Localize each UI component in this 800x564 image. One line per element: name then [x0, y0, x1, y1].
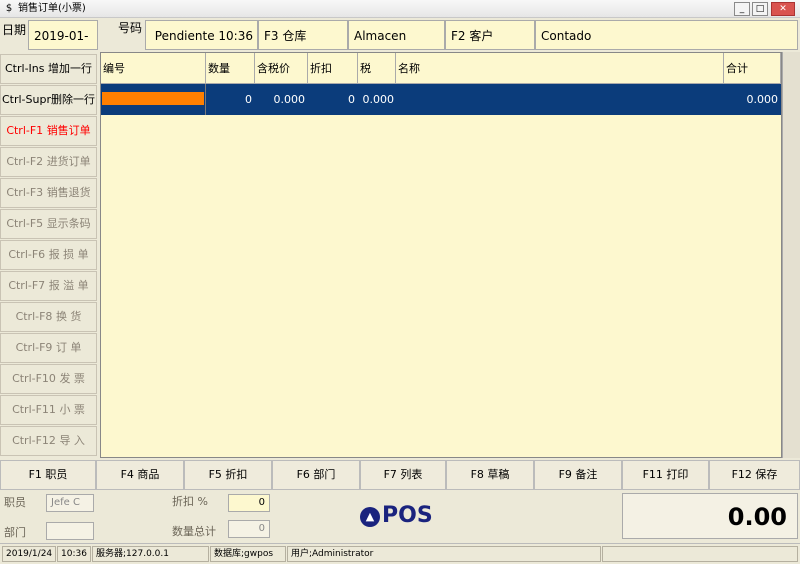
- quantity-total-field: 0: [228, 520, 270, 538]
- order-grid[interactable]: 编号 数量 含税价 折扣 税 名称 合计 0 0.000 0 0.000 0.0…: [100, 52, 782, 458]
- table-row[interactable]: 0 0.000 0 0.000 0.000: [101, 84, 781, 115]
- status-date: 2019/1/24: [2, 546, 56, 562]
- customer-button[interactable]: F2 客户: [445, 20, 535, 50]
- sidebar-item-loss-report[interactable]: Ctrl-F6 报 损 单: [0, 240, 97, 270]
- sidebar-item-import[interactable]: Ctrl-F12 导 入: [0, 426, 97, 456]
- department-field[interactable]: [46, 522, 94, 540]
- number-label: 号码: [118, 21, 143, 35]
- status-server: 服务器;127.0.0.1: [92, 546, 209, 562]
- close-button[interactable]: ✕: [771, 2, 795, 16]
- save-button[interactable]: F12 保存: [709, 460, 800, 490]
- logo-triangle-icon: ▲: [360, 507, 380, 527]
- column-header-code[interactable]: 编号: [101, 53, 206, 84]
- window-title: 销售订单(小票): [18, 3, 86, 14]
- code-cell-editor[interactable]: [102, 92, 204, 105]
- staff-button[interactable]: F1 职员: [0, 460, 96, 490]
- column-header-tax[interactable]: 税: [358, 53, 396, 84]
- discount-cell[interactable]: 0: [308, 84, 355, 115]
- discount-percent-label: 折扣 %: [172, 495, 208, 508]
- warehouse-field[interactable]: Almacen: [348, 20, 445, 50]
- staff-field[interactable]: Jefe C: [46, 494, 94, 512]
- sidebar-item-invoice[interactable]: Ctrl-F10 发 票: [0, 364, 97, 394]
- status-extra: [602, 546, 798, 562]
- list-button[interactable]: F7 列表: [360, 460, 446, 490]
- quantity-total-label: 数量总计: [172, 525, 216, 538]
- vertical-scrollbar[interactable]: [782, 52, 800, 458]
- status-time: 10:36: [57, 546, 91, 562]
- column-header-price[interactable]: 含税价: [255, 53, 308, 84]
- sidebar-item-purchase-order[interactable]: Ctrl-F2 进货订单: [0, 147, 97, 177]
- sidebar-item-order[interactable]: Ctrl-F9 订 单: [0, 333, 97, 363]
- qty-cell[interactable]: 0: [206, 84, 252, 115]
- status-database: 数据库;gwpos: [210, 546, 286, 562]
- department-button[interactable]: F6 部门: [272, 460, 360, 490]
- column-header-discount[interactable]: 折扣: [308, 53, 358, 84]
- draft-button[interactable]: F8 草稿: [446, 460, 534, 490]
- column-header-qty[interactable]: 数量: [206, 53, 255, 84]
- grand-total-display: 0.00: [622, 493, 798, 539]
- staff-label: 职员: [4, 496, 26, 509]
- name-cell[interactable]: [396, 84, 721, 115]
- sidebar-item-receipt[interactable]: Ctrl-F11 小 票: [0, 395, 97, 425]
- date-field[interactable]: 2019-01-24: [28, 20, 98, 73]
- date-label: 日期: [2, 23, 27, 37]
- sidebar-item-sales-return[interactable]: Ctrl-F3 销售退货: [0, 178, 97, 208]
- customer-field[interactable]: Contado: [535, 20, 798, 50]
- warehouse-button[interactable]: F3 仓库: [258, 20, 348, 50]
- status-bar: 2019/1/24 10:36 服务器;127.0.0.1 数据库;gwpos …: [0, 543, 800, 564]
- product-button[interactable]: F4 商品: [96, 460, 184, 490]
- add-row-button[interactable]: Ctrl-Ins 增加一行: [0, 54, 97, 84]
- department-label: 部门: [4, 526, 26, 539]
- note-button[interactable]: F9 备注: [534, 460, 622, 490]
- column-header-total[interactable]: 合计: [724, 53, 781, 84]
- discount-percent-field[interactable]: 0: [228, 494, 270, 512]
- discount-button[interactable]: F5 折扣: [184, 460, 272, 490]
- sidebar-item-overflow-report[interactable]: Ctrl-F7 报 溢 单: [0, 271, 97, 301]
- pos-logo: ▲ POS: [360, 503, 450, 529]
- total-cell[interactable]: 0.000: [724, 84, 779, 115]
- app-icon: $: [5, 3, 13, 14]
- minimize-button[interactable]: _: [734, 2, 750, 16]
- price-cell[interactable]: 0.000: [255, 84, 306, 115]
- print-button[interactable]: F11 打印: [622, 460, 709, 490]
- column-header-name[interactable]: 名称: [396, 53, 724, 84]
- sidebar-item-show-barcode[interactable]: Ctrl-F5 显示条码: [0, 209, 97, 239]
- status-user: 用户;Administrator: [287, 546, 601, 562]
- sidebar-item-exchange[interactable]: Ctrl-F8 换 货: [0, 302, 97, 332]
- title-bar: $ 销售订单(小票) _ □ ✕: [0, 0, 800, 18]
- maximize-button[interactable]: □: [752, 2, 768, 16]
- sidebar-item-sales-order[interactable]: Ctrl-F1 销售订单: [0, 116, 97, 146]
- delete-row-button[interactable]: Ctrl-Supr删除一行: [0, 85, 97, 115]
- tax-cell[interactable]: 0.000: [358, 84, 395, 115]
- number-field[interactable]: Pendiente 10:36: [145, 20, 258, 50]
